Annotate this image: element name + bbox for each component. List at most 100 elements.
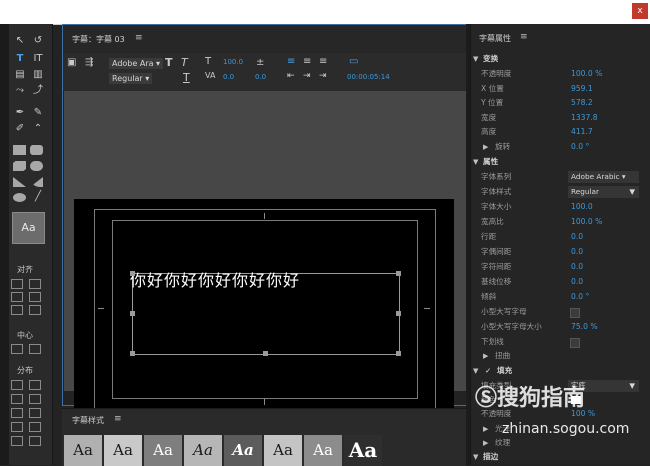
kerning-prop-value[interactable]: 0.0	[571, 245, 583, 259]
add-anchor-tool-icon[interactable]: ✐	[12, 122, 28, 136]
tab-stops-icon[interactable]: ⇤	[287, 71, 295, 81]
distribute-even-v-icon[interactable]	[29, 436, 41, 446]
vertical-path-type-tool-icon[interactable]: ⤴	[30, 84, 46, 98]
distribute-hcenter-icon[interactable]	[11, 394, 23, 404]
align-left-text-icon[interactable]: ≡	[287, 56, 295, 67]
pen-tool-icon[interactable]: ✒	[12, 106, 28, 120]
style-swatch[interactable]: Aa	[144, 435, 182, 466]
center-vertical-icon[interactable]	[29, 344, 41, 354]
selection-tool-icon[interactable]: ↖	[12, 34, 28, 48]
center-horizontal-icon[interactable]	[11, 344, 23, 354]
font-style-select[interactable]: Regular ▾	[109, 73, 153, 84]
styles-menu-icon[interactable]: ≡	[114, 414, 122, 424]
main-panel-menu-icon[interactable]: ≡	[135, 33, 143, 43]
leading-value[interactable]: 0.0	[255, 73, 266, 81]
align-left-icon[interactable]	[11, 279, 23, 289]
leading-value[interactable]: 0.0	[571, 230, 583, 244]
resize-handle-bl[interactable]	[130, 351, 135, 356]
ellipse-tool-icon[interactable]	[13, 193, 26, 202]
distribute-vspace-icon[interactable]	[29, 422, 41, 432]
align-top-icon[interactable]	[29, 279, 41, 289]
rectangle-tool-icon[interactable]	[13, 145, 26, 155]
italic-icon[interactable]: T	[181, 56, 188, 69]
baseline-value[interactable]: 0.0	[571, 275, 583, 289]
slant-value[interactable]: 0.0 °	[571, 290, 589, 304]
kerning-icon[interactable]: VA	[205, 71, 215, 80]
round-rect-tool-icon[interactable]	[30, 161, 43, 171]
rotation-tool-icon[interactable]: ↺	[30, 34, 46, 48]
style-swatch[interactable]: Aa	[264, 435, 302, 466]
arc-tool-icon[interactable]	[30, 177, 43, 187]
smallcaps-size-value[interactable]: 75.0 %	[571, 320, 598, 334]
texture-row[interactable]: ▶ 纹理	[471, 436, 650, 450]
distort-row[interactable]: ▶ 扭曲	[471, 349, 650, 363]
width-value[interactable]: 1337.8	[571, 111, 598, 125]
bold-icon[interactable]: T	[165, 56, 173, 69]
distribute-hspace-icon[interactable]	[11, 422, 23, 432]
align-bottom-icon[interactable]	[29, 305, 41, 315]
font-family-select[interactable]: Adobe Ara ▾	[109, 58, 164, 69]
distribute-vcenter-icon[interactable]	[29, 394, 41, 404]
font-style-dropdown[interactable]: Regular ▼	[568, 186, 639, 198]
path-type-tool-icon[interactable]: ⤳	[12, 84, 28, 98]
type-tool-icon[interactable]: T	[12, 52, 28, 66]
leading-icon[interactable]: ±	[256, 57, 264, 68]
title-new-icon[interactable]: ▣	[67, 57, 76, 68]
convert-anchor-tool-icon[interactable]: ⌃	[30, 122, 46, 136]
resize-handle-tl[interactable]	[130, 271, 135, 276]
align-vcenter-icon[interactable]	[29, 292, 41, 302]
align-right-icon[interactable]	[11, 305, 23, 315]
roll-crawl-icon[interactable]: ⇶	[85, 57, 93, 68]
caption-text[interactable]: 你好你好你好你好你好	[130, 267, 300, 291]
align-hcenter-icon[interactable]	[11, 292, 23, 302]
distribute-bottom-icon[interactable]	[29, 408, 41, 418]
style-swatch[interactable]: Aa	[344, 435, 382, 466]
resize-handle-tr[interactable]	[396, 271, 401, 276]
stroke-section[interactable]: ▼ 描边	[471, 450, 650, 464]
kerning-value[interactable]: 0.0	[223, 73, 234, 81]
rounded-rect-tool-icon[interactable]	[30, 145, 43, 155]
rotation-row[interactable]: ▶ 旋转 0.0 °	[471, 140, 650, 154]
style-swatch[interactable]: Aa	[304, 435, 342, 466]
properties-menu-icon[interactable]: ≡	[520, 32, 528, 42]
align-center-text-icon[interactable]: ≡	[303, 56, 311, 67]
timecode[interactable]: 00:00:05:14	[347, 73, 390, 81]
smallcaps-checkbox[interactable]	[570, 308, 580, 318]
style-swatch[interactable]: Aa	[64, 435, 102, 466]
size-value[interactable]: 100.0	[223, 58, 243, 66]
tab-align-icon[interactable]: ⇥	[303, 71, 311, 81]
area-type-tool-icon[interactable]: ▤	[12, 68, 28, 82]
align-right-text-icon[interactable]: ≡	[319, 56, 327, 67]
style-swatch[interactable]: Aa	[224, 435, 262, 466]
fill-checkmark-icon[interactable]: ✓	[485, 364, 491, 378]
fill-section[interactable]: ▼ ✓ 填充	[471, 364, 650, 378]
aspect-value[interactable]: 100.0 %	[571, 215, 602, 229]
distribute-even-h-icon[interactable]	[11, 436, 23, 446]
resize-handle-ml[interactable]	[130, 311, 135, 316]
font-family-dropdown[interactable]: Adobe Arabic ▾	[568, 171, 639, 183]
style-swatch[interactable]: Aa	[104, 435, 142, 466]
main-panel-title[interactable]: 字幕：字幕 03	[72, 34, 125, 45]
style-swatch[interactable]: Aa	[184, 435, 222, 466]
resize-handle-bm[interactable]	[263, 351, 268, 356]
clipped-rect-tool-icon[interactable]	[13, 161, 26, 171]
vertical-area-type-tool-icon[interactable]: ▥	[30, 68, 46, 82]
show-video-icon[interactable]: ▭	[349, 56, 358, 67]
x-position-value[interactable]: 959.1	[571, 82, 593, 96]
y-position-value[interactable]: 578.2	[571, 96, 593, 110]
tracking-value[interactable]: 0.0	[571, 260, 583, 274]
rotation-value[interactable]: 0.0 °	[571, 140, 589, 154]
close-icon[interactable]: x	[632, 3, 648, 19]
transform-section[interactable]: ▼ 变换	[471, 52, 650, 66]
opacity-value[interactable]: 100.0 %	[571, 67, 602, 81]
delete-anchor-tool-icon[interactable]: ✎	[30, 106, 46, 120]
underline-icon[interactable]: T	[183, 71, 190, 84]
height-value[interactable]: 411.7	[571, 125, 593, 139]
distribute-right-icon[interactable]	[11, 408, 23, 418]
line-tool-icon[interactable]: ╱	[30, 190, 46, 204]
underline-checkbox[interactable]	[570, 338, 580, 348]
font-size-icon[interactable]: T	[205, 56, 211, 67]
tab-right-icon[interactable]: ⇥	[319, 71, 327, 81]
attributes-section[interactable]: ▼ 属性	[471, 155, 650, 169]
wedge-tool-icon[interactable]	[13, 177, 26, 187]
